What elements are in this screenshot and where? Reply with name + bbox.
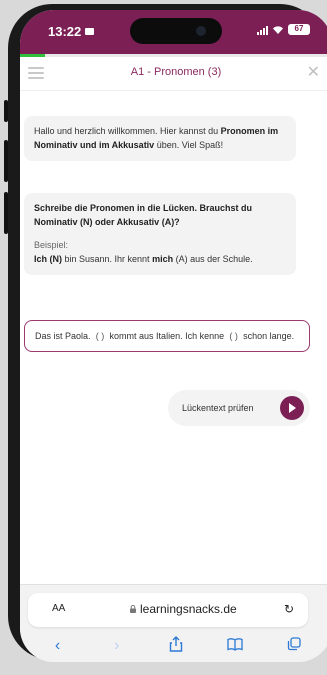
battery-icon: 67 [288,24,310,35]
camera-icon [196,26,206,36]
share-icon[interactable] [164,636,188,656]
wifi-icon [272,25,284,35]
gap-input-2[interactable]: ( ) [227,329,241,343]
bookmarks-icon[interactable] [223,637,247,655]
app-header: A1 - Pronomen (3) ✕ [20,57,327,91]
example-label: Beispiel: [34,239,69,250]
welcome-text: Hallo und herzlich willkommen. Hier kann… [34,126,219,136]
task-instruction: Schreibe die Pronomen in die Lücken. Bra… [34,203,253,228]
gap-input-1[interactable]: ( ) [93,329,107,343]
status-time: 13:22 [48,24,95,39]
chat-message-welcome: Hallo und herzlich willkommen. Hier kann… [24,116,296,161]
signal-icon [257,25,268,35]
reader-settings-button[interactable]: AA [52,603,65,614]
browser-bottom-bar: AA learningsnacks.de ↻ ‹ › [20,584,327,662]
arrow-right-icon [280,396,304,420]
lock-screen-icon [85,28,95,35]
check-button-label: Lückentext prüfen [182,403,254,413]
page-title: A1 - Pronomen (3) [130,66,222,78]
chat-message-task: Schreibe die Pronomen in die Lücken. Bra… [24,193,296,275]
cloze-text: Das ist Paola. [35,331,91,341]
tabs-icon[interactable] [282,637,306,655]
volume-down-button [4,192,8,234]
dynamic-island [130,18,222,44]
url-text: learningsnacks.de [140,602,237,616]
browser-toolbar: ‹ › [20,635,327,657]
status-icons: 67 [257,24,310,35]
reload-icon[interactable]: ↻ [284,602,294,616]
close-icon[interactable]: ✕ [307,65,320,81]
forward-icon[interactable]: › [105,638,129,654]
welcome-text-end: üben. Viel Spaß! [154,140,224,151]
cloze-exercise: Das ist Paola. ( ) kommt aus Italien. Ic… [24,320,310,353]
lock-icon [130,605,136,613]
action-button [4,100,8,122]
cloze-text: schon lange. [243,331,295,341]
volume-up-button [4,140,8,182]
back-icon[interactable]: ‹ [46,638,70,654]
app-screen: 13:22 67 A1 - Pronomen (3) ✕ Hallo und h… [20,10,327,662]
status-bar: 13:22 67 [20,10,327,54]
example-sentence: Ich (N) bin Susann. Ihr kennt mich (A) a… [34,254,253,265]
address-bar[interactable]: AA learningsnacks.de ↻ [28,593,308,627]
check-cloze-button[interactable]: Lückentext prüfen [168,390,310,426]
cloze-text: kommt aus Italien. Ich kenne [107,331,227,341]
